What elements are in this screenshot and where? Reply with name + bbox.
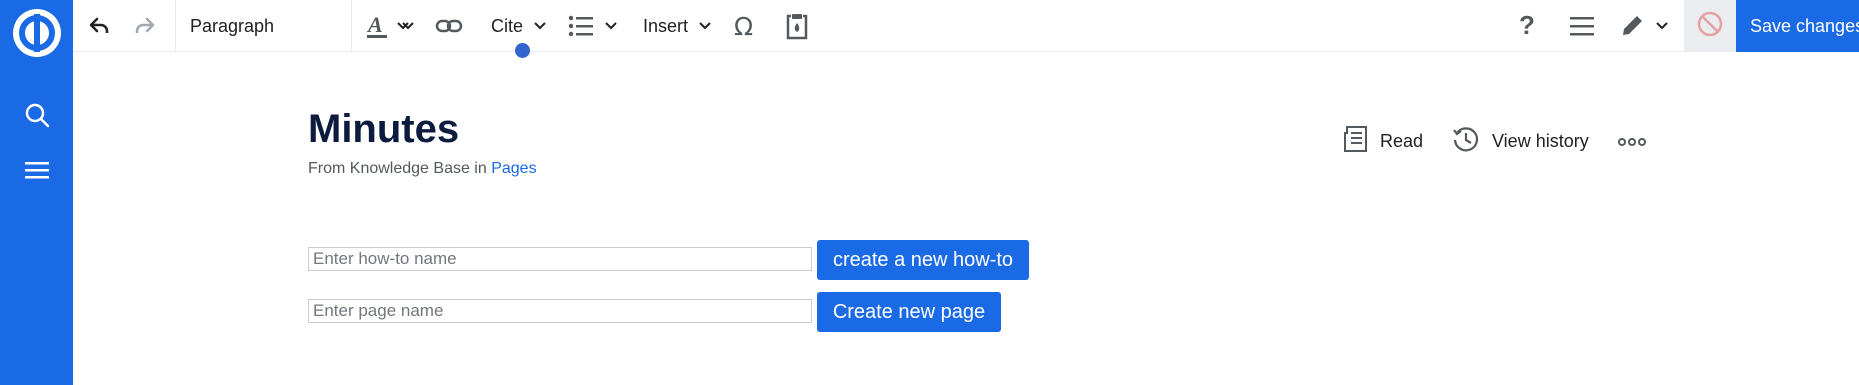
list-icon bbox=[568, 14, 594, 38]
chevron-down-icon bbox=[533, 21, 547, 31]
link-button[interactable] bbox=[435, 0, 469, 52]
more-icon bbox=[1618, 131, 1658, 152]
pages-link[interactable]: Pages bbox=[491, 160, 536, 177]
subtitle-prefix: From Knowledge Base in bbox=[308, 160, 492, 177]
cancel-button[interactable] bbox=[1684, 0, 1736, 52]
chevron-down-icon bbox=[604, 21, 618, 31]
view-history-label: View history bbox=[1492, 130, 1589, 151]
insert-dropdown[interactable]: Insert bbox=[643, 0, 723, 52]
history-icon bbox=[1452, 125, 1492, 158]
left-sidebar bbox=[0, 0, 73, 385]
undo-button[interactable] bbox=[85, 0, 119, 52]
menu-icon[interactable] bbox=[24, 157, 50, 183]
read-label: Read bbox=[1380, 130, 1424, 151]
help-button[interactable]: ? bbox=[1517, 0, 1547, 52]
create-page-button[interactable]: Create new page bbox=[817, 292, 1001, 332]
logo-icon[interactable] bbox=[12, 8, 62, 58]
chevron-down-icon bbox=[1655, 21, 1669, 31]
redo-button[interactable] bbox=[133, 0, 167, 52]
link-icon bbox=[435, 15, 463, 37]
text-style-dropdown[interactable]: A bbox=[365, 0, 425, 52]
cancel-icon bbox=[1696, 10, 1724, 43]
clipboard-button[interactable] bbox=[785, 0, 819, 52]
read-action[interactable]: Read bbox=[1342, 125, 1424, 158]
editor-toolbar: Paragraph A Cite Insert Ω ? bbox=[73, 0, 1859, 58]
read-icon bbox=[1342, 125, 1380, 158]
more-actions-button[interactable] bbox=[1618, 126, 1658, 156]
svg-text:Ω: Ω bbox=[734, 13, 753, 39]
special-character-button[interactable]: Ω bbox=[733, 0, 767, 52]
redo-icon bbox=[133, 13, 159, 39]
edit-mode-dropdown[interactable] bbox=[1619, 0, 1681, 52]
special-character-icon: Ω bbox=[733, 13, 759, 39]
list-dropdown[interactable] bbox=[568, 0, 628, 52]
text-style-icon: A bbox=[365, 12, 391, 40]
svg-text:A: A bbox=[366, 12, 383, 37]
page-options-button[interactable] bbox=[1569, 0, 1603, 52]
cite-label: Cite bbox=[491, 15, 524, 36]
cite-dropdown[interactable]: Cite bbox=[491, 0, 561, 52]
chevron-down-icon bbox=[401, 21, 415, 31]
insert-label: Insert bbox=[643, 15, 689, 36]
save-changes-button[interactable]: Save changes bbox=[1736, 0, 1859, 52]
paragraph-label: Paragraph bbox=[190, 15, 275, 36]
svg-text:?: ? bbox=[1519, 12, 1535, 40]
page-title: Minutes bbox=[308, 107, 460, 151]
create-howto-button[interactable]: create a new how-to bbox=[817, 240, 1029, 280]
page-subtitle: From Knowledge Base in Pages bbox=[308, 160, 537, 178]
clipboard-icon bbox=[785, 12, 809, 40]
toolbar-divider bbox=[351, 0, 352, 52]
help-icon: ? bbox=[1517, 12, 1537, 40]
howto-name-input[interactable] bbox=[308, 247, 812, 271]
page-name-input[interactable] bbox=[308, 299, 812, 323]
edit-pencil-icon bbox=[1619, 13, 1645, 39]
search-icon[interactable] bbox=[24, 102, 50, 128]
toolbar-divider bbox=[175, 0, 176, 52]
chevron-down-icon bbox=[698, 21, 712, 31]
view-history-action[interactable]: View history bbox=[1452, 126, 1589, 156]
undo-icon bbox=[85, 13, 111, 39]
page-options-icon bbox=[1569, 15, 1595, 37]
